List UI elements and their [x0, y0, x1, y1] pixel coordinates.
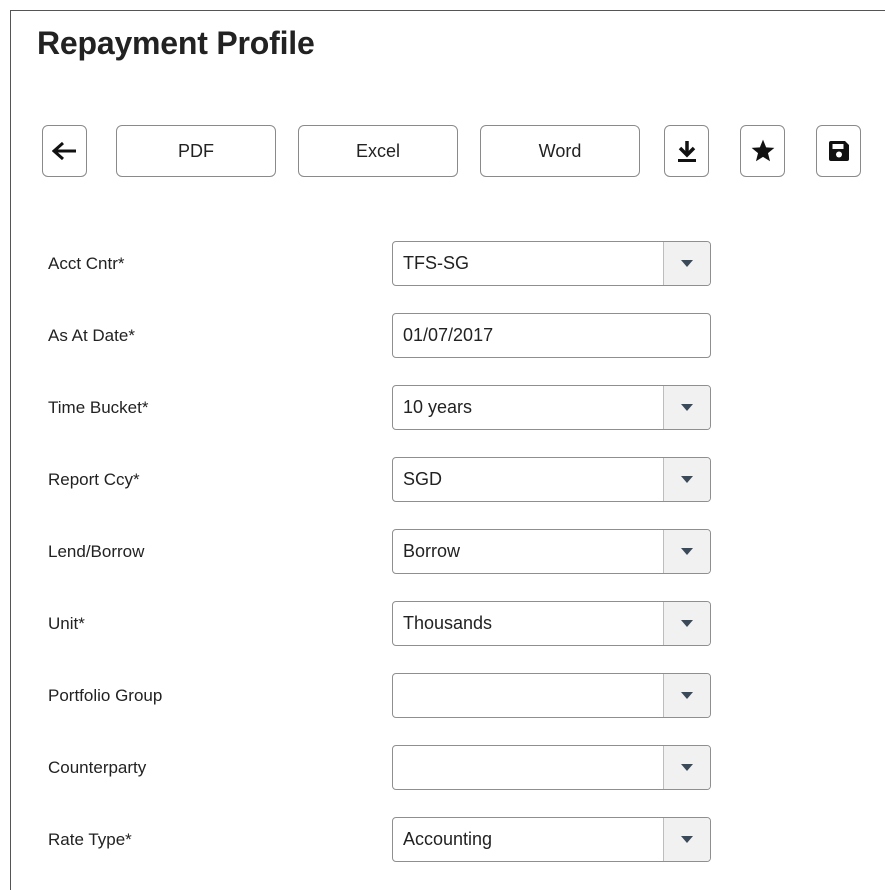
time-bucket-value: 10 years — [403, 397, 473, 417]
pdf-button[interactable]: PDF — [116, 125, 276, 177]
unit-label: Unit* — [48, 614, 85, 633]
acct-cntr-label: Acct Cntr* — [48, 254, 125, 273]
as-at-date-label: As At Date* — [48, 326, 135, 345]
as-at-date-input[interactable]: 01/07/2017 — [392, 313, 711, 358]
time-bucket-label: Time Bucket* — [48, 398, 149, 417]
acct-cntr-select[interactable]: TFS-SG — [392, 241, 711, 286]
report-ccy-value: SGD — [403, 469, 443, 489]
counterparty-select[interactable] — [392, 745, 711, 790]
report-ccy-label: Report Ccy* — [48, 470, 140, 489]
as-at-date-value: 01/07/2017 — [403, 325, 494, 345]
unit-dropdown-toggle[interactable] — [663, 602, 710, 645]
caret-down-icon — [681, 476, 693, 483]
portfolio-group-label: Portfolio Group — [48, 686, 163, 705]
page-title: Repayment Profile — [37, 25, 315, 61]
counterparty-label: Counterparty — [48, 758, 147, 777]
caret-down-icon — [681, 692, 693, 699]
portfolio-group-select[interactable] — [392, 673, 711, 718]
caret-down-icon — [681, 836, 693, 843]
counterparty-dropdown-toggle[interactable] — [663, 746, 710, 789]
arrow-left-icon — [51, 141, 78, 161]
back-button[interactable] — [42, 125, 87, 177]
unit-select[interactable]: Thousands — [392, 601, 711, 646]
caret-down-icon — [681, 620, 693, 627]
rate-type-value: Accounting — [403, 829, 493, 849]
caret-down-icon — [681, 404, 693, 411]
excel-button[interactable]: Excel — [298, 125, 458, 177]
caret-down-icon — [681, 764, 693, 771]
floppy-disk-icon — [827, 139, 851, 163]
lend-borrow-select[interactable]: Borrow — [392, 529, 711, 574]
acct-cntr-value: TFS-SG — [403, 253, 469, 273]
time-bucket-select[interactable]: 10 years — [392, 385, 711, 430]
rate-type-dropdown-toggle[interactable] — [663, 818, 710, 861]
word-button[interactable]: Word — [480, 125, 640, 177]
favorite-button[interactable] — [740, 125, 785, 177]
lend-borrow-value: Borrow — [403, 541, 461, 561]
counterparty-value — [393, 746, 663, 789]
unit-value: Thousands — [403, 613, 493, 633]
star-icon — [750, 138, 776, 164]
download-icon — [677, 139, 697, 163]
acct-cntr-dropdown-toggle[interactable] — [663, 242, 710, 285]
portfolio-group-value — [393, 674, 663, 717]
portfolio-group-dropdown-toggle[interactable] — [663, 674, 710, 717]
lend-borrow-dropdown-toggle[interactable] — [663, 530, 710, 573]
caret-down-icon — [681, 548, 693, 555]
report-ccy-select[interactable]: SGD — [392, 457, 711, 502]
time-bucket-dropdown-toggle[interactable] — [663, 386, 710, 429]
download-button[interactable] — [664, 125, 709, 177]
lend-borrow-label: Lend/Borrow — [48, 542, 145, 561]
caret-down-icon — [681, 260, 693, 267]
save-button[interactable] — [816, 125, 861, 177]
report-ccy-dropdown-toggle[interactable] — [663, 458, 710, 501]
rate-type-select[interactable]: Accounting — [392, 817, 711, 862]
rate-type-label: Rate Type* — [48, 830, 132, 849]
